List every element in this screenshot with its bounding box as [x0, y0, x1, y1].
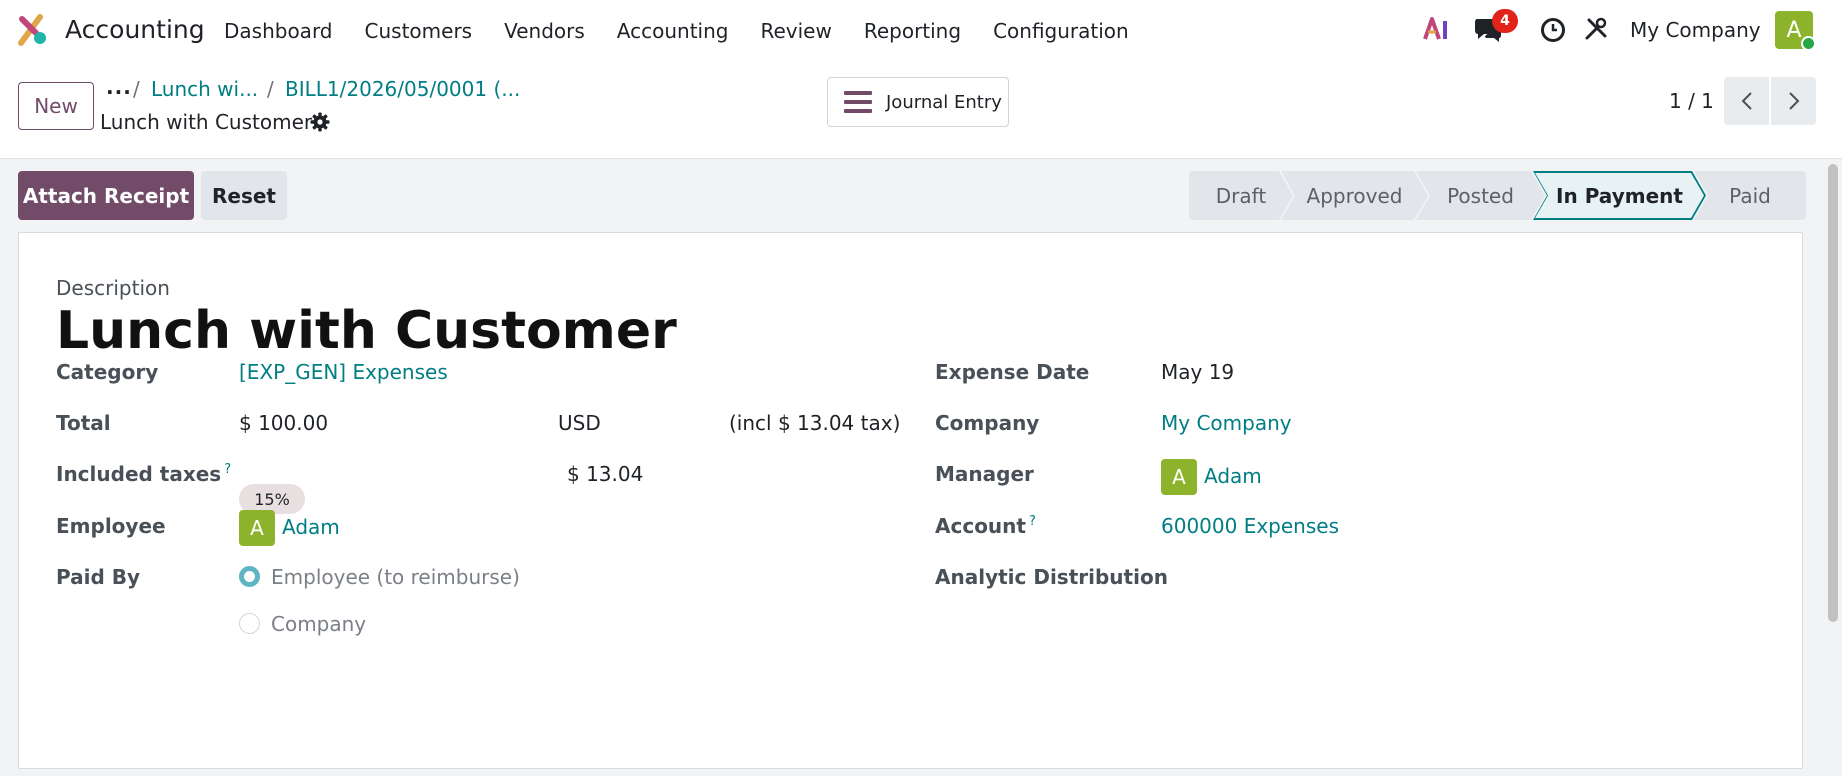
menu-configuration[interactable]: Configuration [993, 19, 1129, 43]
stage-posted[interactable]: Posted [1416, 171, 1545, 220]
breadcrumb-separator: / [267, 77, 274, 101]
menu-reporting[interactable]: Reporting [864, 19, 961, 43]
chevron-right-icon [1788, 92, 1799, 110]
ai-icon[interactable] [1423, 17, 1451, 41]
manager-field[interactable]: Adam [1204, 464, 1262, 488]
breadcrumb-separator: / [133, 77, 140, 101]
category-field[interactable]: [EXP_GEN] Expenses [239, 360, 448, 384]
breadcrumb-more[interactable]: ... [106, 75, 132, 99]
chevron-left-icon [1741, 92, 1752, 110]
tax-included-note: (incl $ 13.04 tax) [729, 411, 901, 435]
clock-icon[interactable] [1540, 17, 1566, 43]
included-taxes-label: Included taxes? [56, 462, 232, 486]
status-bar: Draft Approved Posted In Payment Paid [1189, 171, 1806, 220]
menu-review[interactable]: Review [760, 19, 831, 43]
account-field[interactable]: 600000 Expenses [1161, 514, 1339, 538]
total-label: Total [56, 411, 111, 435]
expense-date-label: Expense Date [935, 360, 1090, 384]
paid-by-company-label[interactable]: Company [271, 612, 366, 636]
manager-label: Manager [935, 462, 1034, 486]
description-field[interactable]: Lunch with Customer [56, 301, 677, 361]
pager-previous-button[interactable] [1724, 77, 1769, 125]
online-status-dot [1801, 36, 1816, 51]
total-field[interactable]: $ 100.00 [239, 411, 328, 435]
company-field[interactable]: My Company [1161, 411, 1292, 435]
form-view: Attach Receipt Reset Draft Approved Post… [0, 159, 1842, 776]
menu-vendors[interactable]: Vendors [504, 19, 585, 43]
description-label: Description [56, 276, 170, 300]
journal-entry-label: Journal Entry [886, 91, 1002, 113]
stage-draft[interactable]: Draft [1189, 171, 1293, 220]
hamburger-icon [844, 91, 872, 113]
main-menu: Dashboard Customers Vendors Accounting R… [224, 19, 1161, 43]
attach-receipt-button[interactable]: Attach Receipt [18, 171, 194, 220]
tools-icon[interactable] [1584, 17, 1608, 41]
pager-next-button[interactable] [1771, 77, 1816, 125]
employee-avatar: A [239, 510, 275, 546]
company-label: Company [935, 411, 1040, 435]
paid-by-company-radio[interactable] [239, 613, 260, 634]
menu-accounting[interactable]: Accounting [617, 19, 729, 43]
new-button[interactable]: New [18, 82, 94, 130]
paid-by-employee-radio[interactable] [239, 566, 260, 587]
stage-in-payment[interactable]: In Payment [1533, 171, 1706, 220]
breadcrumb-item-bill[interactable]: BILL1/2026/05/0001 (... [285, 77, 520, 101]
help-icon[interactable]: ? [1029, 514, 1036, 529]
currency-field[interactable]: USD [558, 411, 601, 435]
help-icon[interactable]: ? [224, 462, 231, 477]
paid-by-employee-label[interactable]: Employee (to reimburse) [271, 565, 520, 589]
account-label: Account? [935, 514, 1036, 538]
stage-approved[interactable]: Approved [1281, 171, 1428, 220]
accounting-app-icon[interactable] [18, 13, 50, 47]
journal-entry-button[interactable]: Journal Entry [827, 77, 1009, 127]
form-sheet: Description Lunch with Customer Category… [18, 232, 1803, 769]
reset-button[interactable]: Reset [201, 171, 287, 220]
top-navbar: Accounting Dashboard Customers Vendors A… [0, 0, 1842, 60]
category-label: Category [56, 360, 159, 384]
analytic-distribution-label: Analytic Distribution [935, 565, 1168, 589]
chat-count-badge: 4 [1492, 9, 1518, 33]
paid-by-label: Paid By [56, 565, 141, 589]
employee-field[interactable]: Adam [282, 515, 340, 539]
expense-date-field[interactable]: May 19 [1161, 360, 1234, 384]
menu-dashboard[interactable]: Dashboard [224, 19, 333, 43]
menu-customers[interactable]: Customers [365, 19, 473, 43]
company-switcher[interactable]: My Company [1630, 18, 1761, 42]
breadcrumb-item-expense[interactable]: Lunch wi... [151, 77, 258, 101]
employee-label: Employee [56, 514, 166, 538]
pager-value[interactable]: 1 / 1 [1669, 89, 1714, 113]
gear-icon[interactable] [310, 112, 330, 132]
stage-paid[interactable]: Paid [1694, 171, 1806, 220]
control-panel: New ... / Lunch wi... / BILL1/2026/05/00… [0, 60, 1842, 159]
tax-amount-field: $ 13.04 [567, 462, 644, 486]
record-title: Lunch with Customer [100, 110, 313, 134]
manager-avatar: A [1161, 459, 1197, 495]
app-name[interactable]: Accounting [65, 15, 205, 44]
scrollbar[interactable] [1828, 164, 1838, 622]
